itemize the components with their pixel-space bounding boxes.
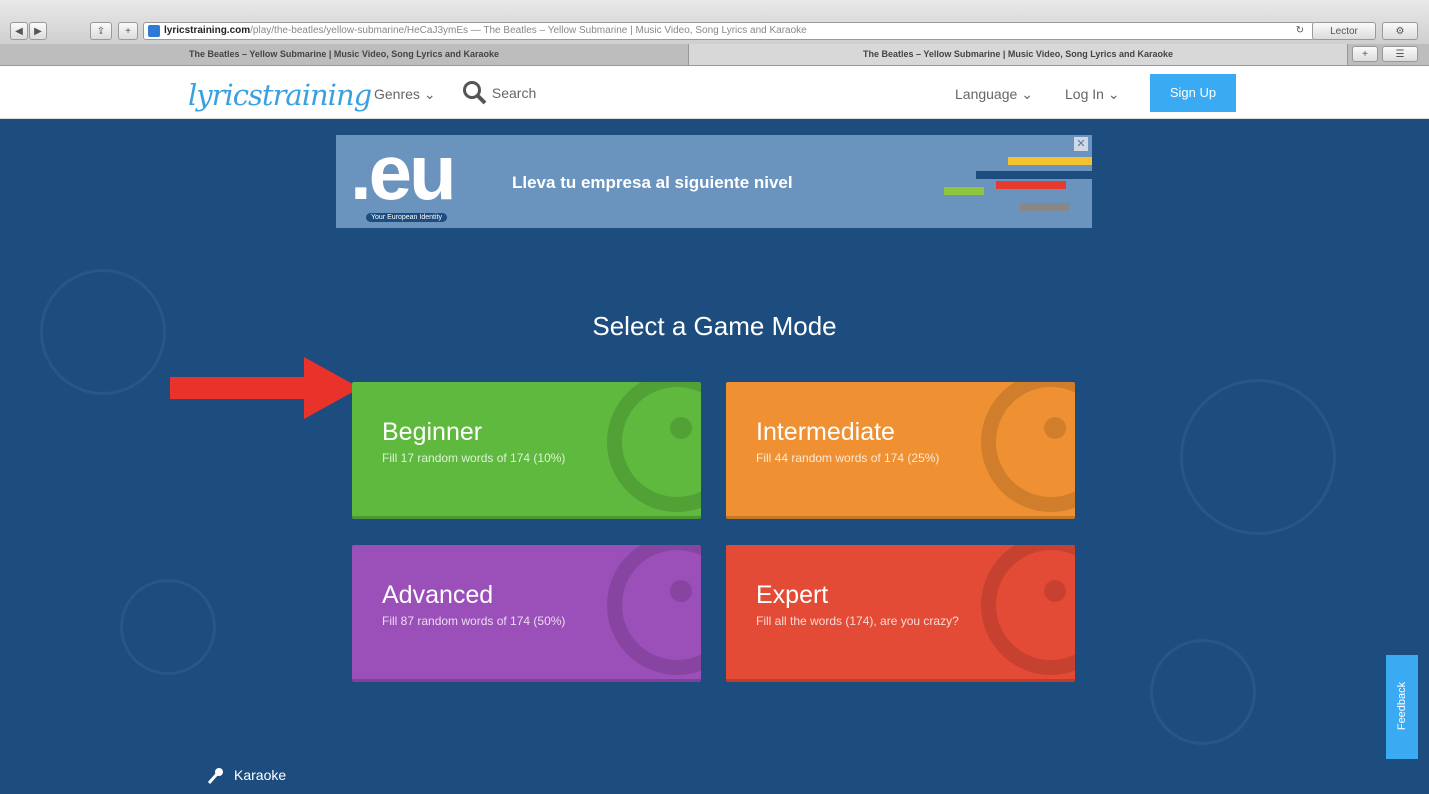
login-label: Log In bbox=[1065, 86, 1104, 102]
ad-text: Lleva tu empresa al siguiente nivel bbox=[512, 173, 793, 192]
browser-toolbar: ◀ ▶ ⇪ + lyricstraining.com/play/the-beat… bbox=[0, 0, 1429, 45]
main-content: .eu Your European Identity Lleva tu empr… bbox=[0, 119, 1429, 794]
language-menu[interactable]: Language ⌄ bbox=[955, 86, 1033, 103]
mode-description: Fill 87 random words of 174 (50%) bbox=[382, 614, 566, 628]
mode-title: Expert bbox=[756, 581, 829, 609]
sign-up-button[interactable]: Sign Up bbox=[1150, 74, 1236, 112]
search-label: Search bbox=[491, 85, 537, 101]
chevron-down-icon: ⌄ bbox=[1107, 86, 1120, 102]
share-button[interactable]: ⇪ bbox=[90, 22, 112, 40]
mode-title: Advanced bbox=[382, 581, 494, 609]
neutral-face-icon bbox=[981, 382, 1075, 512]
mode-description: Fill all the words (174), are you crazy? bbox=[756, 614, 959, 628]
forward-button[interactable]: ▶ bbox=[29, 22, 47, 40]
settings-icon[interactable]: ⚙ bbox=[1382, 22, 1418, 40]
ad-stripe bbox=[1020, 203, 1070, 211]
feedback-label: Feedback bbox=[1396, 681, 1408, 731]
genres-menu[interactable]: Genres ⌄ bbox=[374, 86, 436, 103]
close-icon[interactable]: ✕ bbox=[1074, 137, 1088, 151]
search-button[interactable]: Search bbox=[462, 80, 536, 106]
address-bar[interactable]: lyricstraining.com/play/the-beatles/yell… bbox=[143, 22, 1315, 40]
ad-brand: .eu bbox=[350, 135, 457, 216]
background-doodle bbox=[120, 579, 216, 675]
mode-card-beginner[interactable]: Beginner Fill 17 random words of 174 (10… bbox=[352, 382, 701, 519]
mode-card-expert[interactable]: Expert Fill all the words (174), are you… bbox=[726, 545, 1075, 682]
microphone-icon bbox=[207, 768, 223, 785]
tab-strip: The Beatles – Yellow Submarine | Music V… bbox=[0, 44, 1429, 66]
mode-card-advanced[interactable]: Advanced Fill 87 random words of 174 (50… bbox=[352, 545, 701, 682]
tab-2[interactable]: The Beatles – Yellow Submarine | Music V… bbox=[688, 44, 1348, 65]
mode-description: Fill 44 random words of 174 (25%) bbox=[756, 451, 940, 465]
reader-button[interactable]: Lector bbox=[1312, 22, 1376, 40]
mode-card-intermediate[interactable]: Intermediate Fill 44 random words of 174… bbox=[726, 382, 1075, 519]
ad-tagline: Your European Identity bbox=[366, 213, 447, 222]
new-tab-icon[interactable]: + bbox=[1352, 46, 1378, 62]
chevron-down-icon: ⌄ bbox=[1021, 86, 1033, 102]
background-doodle bbox=[1150, 639, 1256, 745]
mode-title: Intermediate bbox=[756, 418, 895, 446]
add-bookmark-button[interactable]: + bbox=[118, 22, 138, 40]
ad-stripe bbox=[976, 171, 1092, 179]
karaoke-label: Karaoke bbox=[234, 767, 287, 783]
genres-label: Genres bbox=[374, 86, 420, 102]
feedback-button[interactable]: Feedback bbox=[1386, 655, 1418, 759]
back-button[interactable]: ◀ bbox=[10, 22, 28, 40]
site-header: lyricstraining Genres ⌄ Search Language … bbox=[0, 66, 1429, 119]
background-doodle bbox=[1180, 379, 1336, 535]
favicon-icon bbox=[148, 25, 160, 37]
mode-title: Beginner bbox=[382, 418, 483, 446]
login-menu[interactable]: Log In ⌄ bbox=[1065, 86, 1120, 103]
language-label: Language bbox=[955, 86, 1018, 102]
tab-1[interactable]: The Beatles – Yellow Submarine | Music V… bbox=[0, 44, 688, 65]
page-title: Select a Game Mode bbox=[592, 311, 837, 341]
mode-description: Fill 17 random words of 174 (10%) bbox=[382, 451, 566, 465]
tab-overview-icon[interactable]: ☰ bbox=[1382, 46, 1418, 62]
reload-icon[interactable]: ↻ bbox=[1293, 22, 1307, 40]
advertisement-banner[interactable]: .eu Your European Identity Lleva tu empr… bbox=[336, 135, 1092, 228]
site-logo[interactable]: lyricstraining bbox=[188, 78, 372, 112]
search-icon bbox=[463, 81, 487, 105]
ad-stripe bbox=[944, 187, 984, 195]
url-host: lyricstraining.com bbox=[164, 25, 251, 36]
chevron-down-icon: ⌄ bbox=[423, 86, 436, 102]
annotation-arrow bbox=[170, 377, 310, 399]
url-path: /play/the-beatles/yellow-submarine/HeCaJ… bbox=[250, 25, 807, 36]
ad-stripe bbox=[996, 181, 1066, 189]
dead-face-icon bbox=[981, 545, 1075, 675]
karaoke-link[interactable]: Karaoke bbox=[206, 767, 286, 785]
sad-face-icon bbox=[607, 545, 701, 675]
ad-stripe bbox=[1008, 157, 1092, 165]
happy-face-icon bbox=[607, 382, 701, 512]
